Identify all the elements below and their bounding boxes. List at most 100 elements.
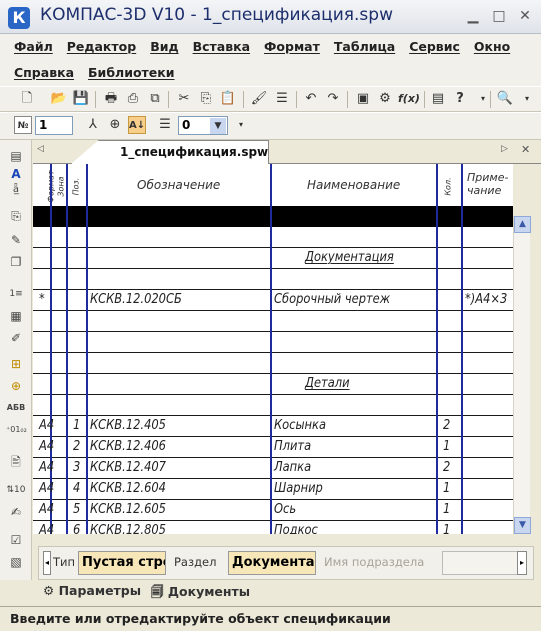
help-pointer-icon[interactable]: ?: [451, 90, 469, 108]
add-row-icon[interactable]: ⊕: [6, 376, 26, 396]
parameters-icon: ⚙: [43, 583, 55, 598]
page-layout-icon[interactable]: ▤: [6, 146, 26, 166]
menu-item[interactable]: Библиотеки: [88, 65, 174, 80]
cell-designation: КСКВ.12.407: [90, 459, 166, 475]
cell-pos: 4: [73, 480, 81, 496]
chevron-down-icon[interactable]: ▼: [210, 118, 226, 134]
object-icon[interactable]: ⎘: [6, 206, 26, 226]
menu-item[interactable]: Файл: [14, 39, 53, 54]
zoom-icon[interactable]: 🔍: [496, 90, 514, 108]
new-document-icon[interactable]: 🗋: [18, 90, 36, 108]
selected-row[interactable]: [33, 206, 513, 227]
maximize-button[interactable]: □: [488, 6, 510, 26]
cut-icon[interactable]: ✂: [175, 90, 193, 108]
tab-close-icon[interactable]: ✕: [521, 143, 530, 156]
library-icon[interactable]: ▤: [429, 90, 447, 108]
scroll-up-icon[interactable]: ▲: [514, 216, 531, 233]
grid-icon[interactable]: ⊕: [106, 116, 124, 134]
copy-icon[interactable]: ⎘: [197, 90, 215, 108]
section-header-row[interactable]: Детали: [33, 374, 513, 395]
renumber-icon[interactable]: ⁺01₀₂: [6, 420, 27, 440]
cell-note: *)А4×3: [465, 291, 508, 307]
tab-spec-document[interactable]: 1_спецификация.spw: [71, 140, 269, 164]
menu-item[interactable]: Редактор: [67, 39, 136, 54]
print-preview-icon[interactable]: ⎙: [124, 90, 142, 108]
vertical-scrollbar[interactable]: ▲ ▼: [513, 216, 531, 534]
cell-qty: 2: [443, 417, 451, 433]
text-style-icon[interactable]: ǟ̲: [6, 180, 26, 200]
menu-item[interactable]: Формат: [264, 39, 320, 54]
toolbar-overflow-3-icon[interactable]: ▾: [232, 116, 250, 134]
position-icon[interactable]: ⇅10: [6, 480, 26, 500]
cell-designation: КСКВ.12.020СБ: [90, 291, 182, 307]
section-select[interactable]: Документация: [228, 551, 316, 575]
cell-pos: 5: [73, 501, 81, 517]
bottom-tool-icon[interactable]: ▧: [6, 552, 26, 572]
copy-objects-icon[interactable]: ❐: [6, 252, 26, 272]
redo-icon[interactable]: ↷: [324, 90, 342, 108]
numbering-icon[interactable]: 1≡: [6, 284, 26, 304]
edit-object-icon[interactable]: ✍: [6, 502, 26, 522]
add-section-icon[interactable]: ⊞: [6, 354, 26, 374]
section-header-row[interactable]: Документация: [33, 248, 513, 269]
format-brush-icon[interactable]: 🖌: [250, 90, 268, 108]
table-row[interactable]: А4 6 КСКВ.12.805 Подкос 1: [33, 521, 513, 534]
menu-item[interactable]: Таблица: [334, 39, 395, 54]
cell-fmt: А4: [39, 459, 55, 475]
undo-icon[interactable]: ↶: [302, 90, 320, 108]
save-icon[interactable]: 💾: [72, 90, 90, 108]
sort-icon[interactable]: A↓: [128, 116, 146, 134]
list-icon[interactable]: ☰: [156, 116, 174, 134]
table-row[interactable]: А4 3 КСКВ.12.407 Лапка 2: [33, 458, 513, 479]
close-button[interactable]: ✕: [514, 6, 536, 26]
table-row[interactable]: * КСКВ.12.020СБ Сборочный чертеж *)А4×3: [33, 290, 513, 311]
kompas-logo-icon: К: [8, 7, 30, 29]
page-field[interactable]: 1: [35, 116, 73, 135]
cell-pos: 2: [73, 438, 81, 454]
cell-fmt: *: [39, 291, 45, 307]
sheet-header: Формат Зона Поз. Обозначение Наименовани…: [33, 164, 513, 206]
cell-designation: КСКВ.12.605: [90, 501, 166, 517]
title-bar: К КОМПАС-3D V10 - 1_спецификация.spw ▁ □…: [0, 0, 541, 34]
tab-scroll-left-icon[interactable]: ◁: [37, 144, 44, 154]
tab-parameters[interactable]: ⚙ Параметры: [43, 583, 141, 598]
export-icon[interactable]: ⧉: [146, 90, 164, 108]
settings-icon[interactable]: ⚙: [376, 90, 394, 108]
line-tool-icon[interactable]: ⅄: [84, 116, 102, 134]
print-icon[interactable]: 🖶: [102, 90, 120, 108]
tab-documents[interactable]: 🗐 Документы: [151, 583, 250, 604]
table-row[interactable]: А4 5 КСКВ.12.605 Ось 1: [33, 500, 513, 521]
cell-designation: КСКВ.12.604: [90, 480, 166, 496]
sort-abv-icon[interactable]: АБВ: [6, 398, 26, 418]
table-icon[interactable]: ▦: [6, 306, 26, 326]
subsection-placeholder: Имя подраздела: [324, 555, 425, 569]
scroll-down-icon[interactable]: ▼: [514, 517, 531, 534]
type-select[interactable]: Пустая строка: [78, 551, 166, 575]
checkmark-icon[interactable]: ☑: [6, 530, 26, 550]
panel-scroll-left-icon[interactable]: ◂: [43, 551, 51, 575]
minimize-button[interactable]: ▁: [462, 6, 484, 26]
variables-fx-icon[interactable]: f(x): [398, 90, 420, 108]
subsection-field[interactable]: [442, 551, 522, 575]
pencil-icon[interactable]: ✎: [6, 230, 26, 250]
panel-scroll-right-icon[interactable]: ▸: [517, 551, 527, 575]
tab-scroll-right-icon[interactable]: ▷: [501, 144, 508, 154]
paste-icon[interactable]: 📋: [219, 90, 237, 108]
open-folder-icon[interactable]: 📂: [50, 90, 68, 108]
table-row[interactable]: А4 1 КСКВ.12.405 Косынка 2: [33, 416, 513, 437]
property-panel: ◂ Тип Пустая строка Раздел Документация …: [38, 546, 534, 580]
menu-item[interactable]: Справка: [14, 65, 74, 80]
properties-icon[interactable]: ☰: [273, 90, 291, 108]
table-row[interactable]: А4 4 КСКВ.12.604 Шарнир 1: [33, 479, 513, 500]
menu-item[interactable]: Сервис: [409, 39, 460, 54]
menu-item[interactable]: Вставка: [193, 39, 250, 54]
attach-doc-icon[interactable]: 🖹: [6, 452, 26, 472]
col-note-header: Приме-чание: [467, 171, 509, 197]
manager-icon[interactable]: ▣: [354, 90, 372, 108]
menu-item[interactable]: Окно: [474, 39, 510, 54]
table-row[interactable]: А4 2 КСКВ.12.406 Плита 1: [33, 437, 513, 458]
menu-item[interactable]: Вид: [150, 39, 178, 54]
edit-table-icon[interactable]: ✐: [6, 328, 26, 348]
cell-name: Лапка: [274, 459, 312, 475]
toolbar-overflow-2-icon[interactable]: ▾: [518, 90, 536, 108]
